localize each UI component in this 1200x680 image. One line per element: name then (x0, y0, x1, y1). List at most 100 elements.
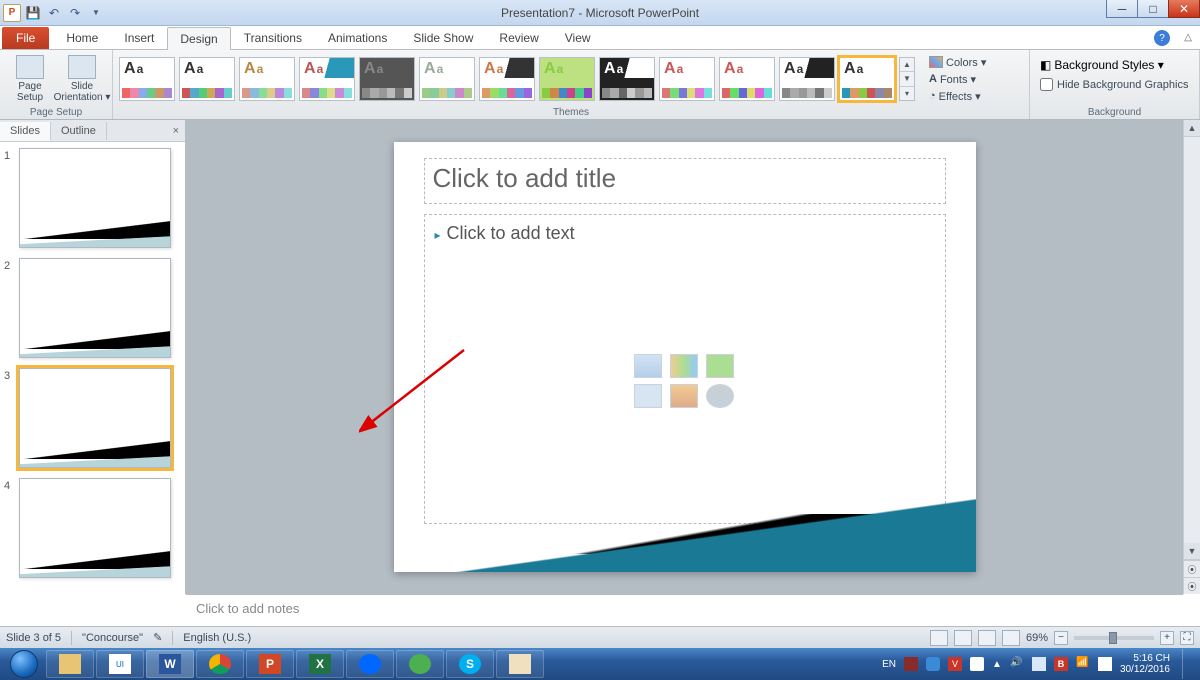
tray-volume-icon[interactable]: 🔊 (1010, 657, 1024, 671)
taskbar-chrome[interactable] (196, 650, 244, 678)
tab-design[interactable]: Design (167, 27, 230, 50)
insert-smartart-icon[interactable] (706, 354, 734, 378)
slide-thumbnail[interactable] (19, 478, 171, 578)
taskbar-zalo[interactable] (346, 650, 394, 678)
themes-row-down-icon[interactable]: ▼ (900, 72, 914, 86)
zoom-thumb[interactable] (1109, 632, 1117, 644)
insert-picture-icon[interactable] (634, 384, 662, 408)
taskbar-paint[interactable] (496, 650, 544, 678)
content-placeholder[interactable]: ▸Click to add text (424, 214, 946, 524)
theme-thumbnail[interactable]: Aa (299, 57, 355, 101)
insert-table-icon[interactable] (634, 354, 662, 378)
theme-thumbnail[interactable]: Aa (119, 57, 175, 101)
theme-thumbnail[interactable]: Aa (179, 57, 235, 101)
file-tab[interactable]: File (2, 27, 49, 49)
theme-thumbnail[interactable]: Aa (359, 57, 415, 101)
tab-review[interactable]: Review (486, 26, 551, 49)
taskbar-powerpoint[interactable]: P (246, 650, 294, 678)
insert-chart-icon[interactable] (670, 354, 698, 378)
reading-view-button[interactable] (978, 630, 996, 646)
theme-thumbnail[interactable]: Aa (479, 57, 535, 101)
hide-background-checkbox[interactable]: Hide Background Graphics (1036, 76, 1192, 93)
tray-icon[interactable] (1032, 657, 1046, 671)
taskbar-coccoc[interactable] (396, 650, 444, 678)
insert-media-icon[interactable] (706, 384, 734, 408)
fonts-dropdown[interactable]: AFonts ▾ (925, 71, 990, 88)
themes-more-button[interactable]: ▲ ▼ ▾ (899, 57, 915, 101)
theme-thumbnail[interactable]: Aa (419, 57, 475, 101)
insert-clipart-icon[interactable] (670, 384, 698, 408)
tray-icon[interactable] (904, 657, 918, 671)
close-button[interactable]: ✕ (1168, 0, 1200, 18)
effects-dropdown[interactable]: ◔Effects ▾ (925, 88, 990, 105)
tray-language[interactable]: EN (882, 659, 896, 670)
spellcheck-icon[interactable]: ✎ (153, 631, 162, 644)
tab-view[interactable]: View (552, 26, 604, 49)
hide-background-input[interactable] (1040, 78, 1053, 91)
sorter-view-button[interactable] (954, 630, 972, 646)
vertical-scrollbar[interactable]: ▲ ▼ ⦿ ⦿ (1183, 120, 1200, 594)
language-indicator[interactable]: English (U.S.) (183, 632, 251, 644)
prev-slide-icon[interactable]: ⦿ (1184, 560, 1200, 577)
taskbar-clock[interactable]: 5:16 CH 30/12/2016 (1120, 653, 1170, 675)
theme-thumbnail[interactable]: Aa (239, 57, 295, 101)
tray-flag-icon[interactable] (1098, 657, 1112, 671)
taskbar-unikey[interactable]: UI (96, 650, 144, 678)
slide-thumbnail[interactable] (19, 258, 171, 358)
tray-icon[interactable]: V (948, 657, 962, 671)
zoom-percent[interactable]: 69% (1026, 632, 1048, 644)
notes-pane[interactable]: Click to add notes (186, 594, 1183, 626)
current-slide[interactable]: Click to add title ▸Click to add text (394, 142, 976, 572)
scroll-down-icon[interactable]: ▼ (1184, 543, 1200, 560)
tab-outline[interactable]: Outline (51, 122, 107, 140)
scroll-up-icon[interactable]: ▲ (1184, 120, 1200, 137)
tray-expand-icon[interactable]: ▲ (992, 659, 1002, 670)
taskbar-explorer[interactable] (46, 650, 94, 678)
tray-network-icon[interactable]: 📶 (1076, 657, 1090, 671)
slide-thumbnail[interactable] (19, 148, 171, 248)
theme-thumbnail[interactable]: Aa (599, 57, 655, 101)
normal-view-button[interactable] (930, 630, 948, 646)
slideshow-view-button[interactable] (1002, 630, 1020, 646)
theme-thumbnail[interactable]: Aa (839, 57, 895, 101)
tab-slide-show[interactable]: Slide Show (400, 26, 486, 49)
themes-row-up-icon[interactable]: ▲ (900, 58, 914, 72)
tab-animations[interactable]: Animations (315, 26, 400, 49)
help-icon[interactable]: ? (1154, 30, 1170, 46)
maximize-button[interactable]: □ (1137, 0, 1169, 18)
zoom-out-button[interactable]: − (1054, 631, 1068, 645)
background-styles-dropdown[interactable]: ◧Background Styles ▾ (1036, 56, 1168, 74)
undo-icon[interactable]: ↶ (45, 4, 63, 22)
tray-icon[interactable] (970, 657, 984, 671)
zoom-in-button[interactable]: + (1160, 631, 1174, 645)
zoom-slider[interactable] (1074, 636, 1154, 640)
minimize-button[interactable]: ─ (1106, 0, 1138, 18)
redo-icon[interactable]: ↷ (66, 4, 84, 22)
tab-home[interactable]: Home (53, 26, 111, 49)
slide-orientation-button[interactable]: Slide Orientation ▾ (58, 53, 106, 105)
page-setup-button[interactable]: Page Setup (6, 53, 54, 105)
taskbar-skype[interactable]: S (446, 650, 494, 678)
tab-transitions[interactable]: Transitions (231, 26, 315, 49)
themes-expand-icon[interactable]: ▾ (900, 87, 914, 100)
close-panel-icon[interactable]: × (167, 125, 185, 137)
tray-icon[interactable]: B (1054, 657, 1068, 671)
theme-thumbnail[interactable]: Aa (719, 57, 775, 101)
fit-to-window-button[interactable]: ⛶ (1180, 631, 1194, 645)
save-icon[interactable]: 💾 (24, 4, 42, 22)
taskbar-excel[interactable]: X (296, 650, 344, 678)
app-icon[interactable]: P (3, 4, 21, 22)
next-slide-icon[interactable]: ⦿ (1184, 577, 1200, 594)
theme-thumbnail[interactable]: Aa (779, 57, 835, 101)
theme-thumbnail[interactable]: Aa (539, 57, 595, 101)
tray-icon[interactable] (926, 657, 940, 671)
collapse-ribbon-icon[interactable]: △ (1184, 32, 1192, 43)
title-placeholder[interactable]: Click to add title (424, 158, 946, 204)
taskbar-word[interactable]: W (146, 650, 194, 678)
slide-thumbnail[interactable] (19, 368, 171, 468)
theme-thumbnail[interactable]: Aa (659, 57, 715, 101)
scroll-track[interactable] (1184, 137, 1200, 543)
tab-insert[interactable]: Insert (111, 26, 167, 49)
qat-more-icon[interactable]: ▼ (87, 4, 105, 22)
colors-dropdown[interactable]: Colors ▾ (925, 54, 990, 71)
